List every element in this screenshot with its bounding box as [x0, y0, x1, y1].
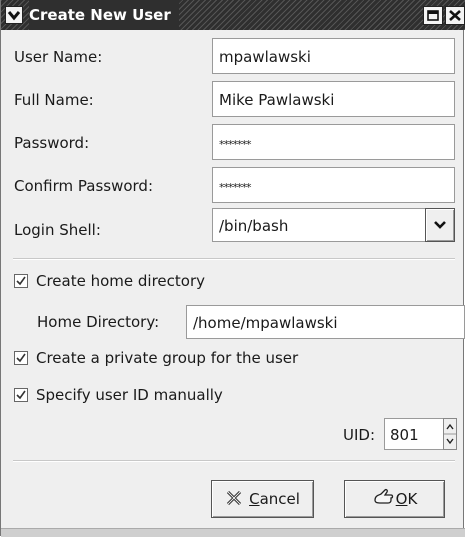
ok-button[interactable]: OK: [344, 480, 445, 518]
ok-hand-icon: [374, 488, 393, 504]
cancel-mnemonic: C: [249, 490, 260, 508]
home-directory-label: Home Directory:: [37, 313, 160, 331]
create-home-label[interactable]: Create home directory: [36, 272, 205, 290]
checkmark-icon: [16, 353, 26, 363]
spin-up-icon[interactable]: [446, 423, 454, 430]
ok-label: K: [407, 490, 418, 508]
close-icon[interactable]: [445, 6, 465, 25]
confirm-password-label: Confirm Password:: [14, 177, 154, 195]
confirm-password-input[interactable]: *******: [212, 167, 455, 203]
window-menu-icon[interactable]: [5, 6, 23, 24]
ok-mnemonic: O: [395, 490, 408, 508]
home-directory-input[interactable]: /home/mpawlawski: [186, 305, 465, 339]
dropdown-arrow-icon: [434, 221, 446, 229]
maximize-icon[interactable]: [423, 6, 443, 25]
title-bar[interactable]: Create New User: [1, 0, 465, 30]
cancel-x-icon: [227, 490, 242, 506]
cancel-button[interactable]: Cancel: [211, 480, 314, 518]
checkmark-icon: [16, 276, 26, 286]
full-name-label: Full Name:: [14, 91, 94, 109]
uid-label: UID:: [343, 426, 376, 444]
window-title: Create New User: [29, 0, 179, 30]
checkmark-icon: [16, 390, 26, 400]
login-shell-dropdown-button[interactable]: [425, 208, 455, 242]
separator: [13, 258, 455, 260]
user-name-input[interactable]: mpawlawski: [212, 38, 455, 74]
user-name-label: User Name:: [14, 48, 103, 66]
password-input[interactable]: *******: [212, 124, 455, 160]
uid-spin-input[interactable]: 801: [384, 418, 444, 450]
full-name-input[interactable]: Mike Pawlawski: [212, 81, 455, 117]
cancel-label: ancel: [259, 490, 300, 508]
login-shell-label: Login Shell:: [14, 221, 101, 239]
private-group-label[interactable]: Create a private group for the user: [36, 349, 298, 367]
separator: [13, 460, 455, 462]
private-group-checkbox[interactable]: [14, 351, 28, 365]
password-label: Password:: [14, 134, 90, 152]
spin-down-icon[interactable]: [446, 438, 454, 445]
create-new-user-dialog: Create New User User Name: mpawlawski Fu…: [0, 0, 465, 537]
login-shell-combo-entry[interactable]: /bin/bash: [212, 208, 426, 242]
create-home-checkbox[interactable]: [14, 274, 28, 288]
specify-uid-label[interactable]: Specify user ID manually: [36, 386, 223, 404]
uid-spin-buttons[interactable]: [443, 418, 457, 450]
specify-uid-checkbox[interactable]: [14, 388, 28, 402]
